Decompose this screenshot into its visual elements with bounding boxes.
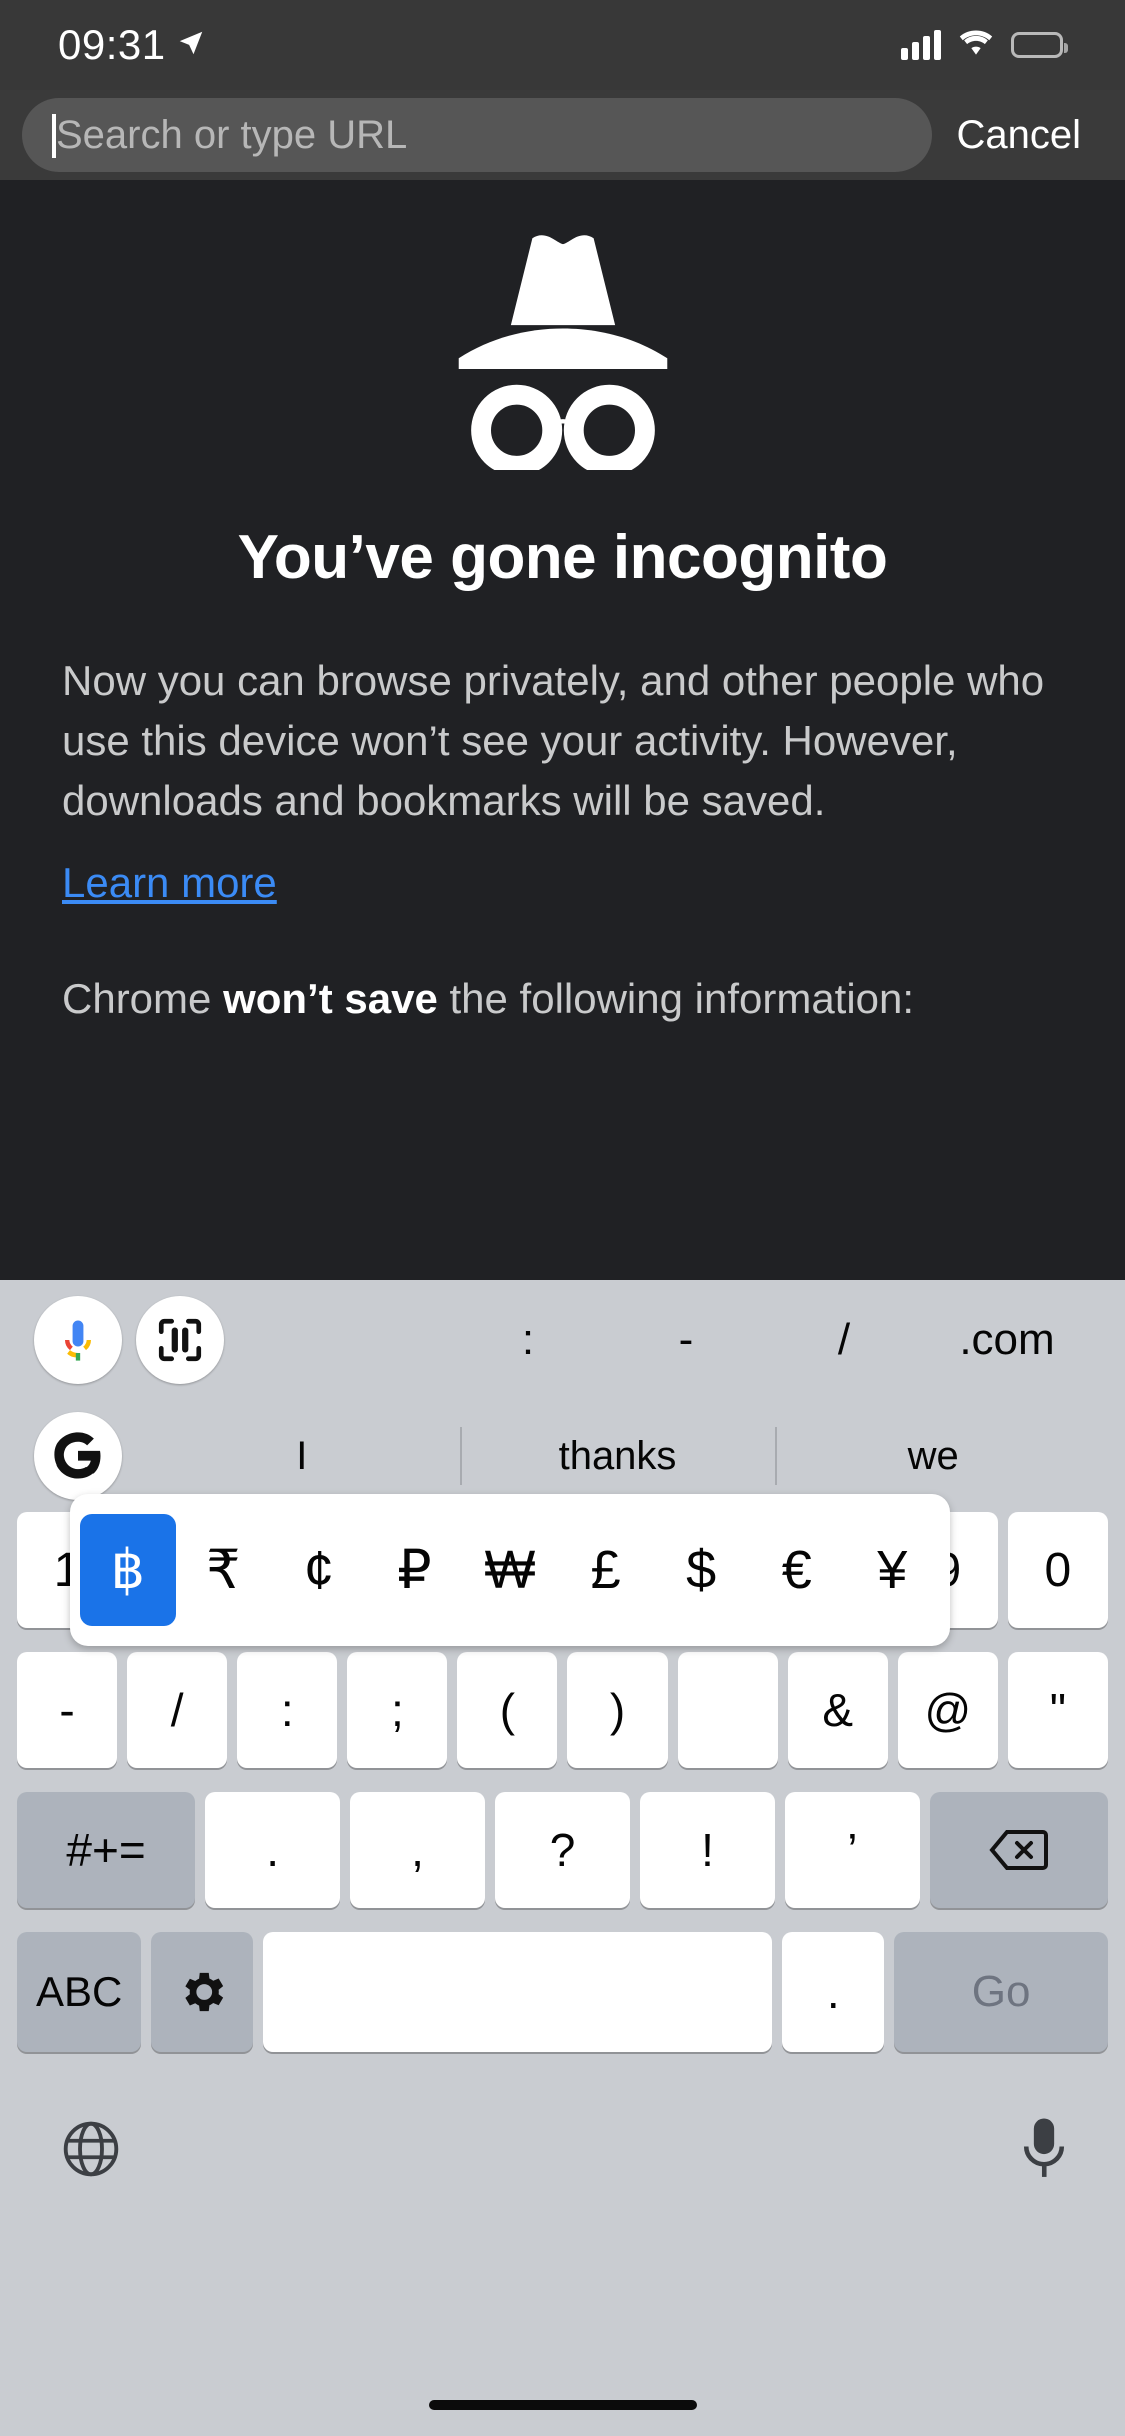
keyboard-key-rows: 1 2 3 4 5 6 7 8 9 0 ฿ ₹ ¢ ₽ ₩ £ $ € (0, 1494, 1125, 2052)
currency-option-euro[interactable]: € (749, 1514, 845, 1626)
dictation-mic-button[interactable] (1021, 2116, 1067, 2187)
key-0[interactable]: 0 (1007, 1512, 1108, 1628)
google-lens-scan-icon (158, 1318, 202, 1362)
wont-save-heading: Chrome won’t save the following informat… (62, 975, 1063, 1023)
wont-save-prefix: Chrome (62, 975, 224, 1023)
dictation-mic-icon (1023, 2118, 1065, 2177)
currency-option-yen[interactable]: ¥ (845, 1514, 941, 1626)
keyboard-number-row: 1 2 3 4 5 6 7 8 9 0 ฿ ₹ ¢ ₽ ₩ £ $ € (8, 1494, 1117, 1646)
suggestion-list: I thanks we (144, 1419, 1091, 1493)
key-paren-open[interactable]: ( (457, 1652, 558, 1768)
status-bar-right (901, 29, 1068, 62)
url-input-placeholder: Search or type URL (56, 113, 408, 157)
key-alt-symbols[interactable]: #+= (17, 1792, 196, 1908)
wont-save-suffix: the following information: (437, 975, 915, 1023)
incognito-new-tab-page: You’ve gone incognito Now you can browse… (0, 180, 1125, 1280)
cellular-signal-icon (901, 30, 941, 60)
currency-option-rupee[interactable]: ₹ (176, 1514, 272, 1626)
page-title: You’ve gone incognito (237, 523, 888, 592)
currency-option-baht[interactable]: ฿ (80, 1514, 176, 1626)
key-period[interactable]: . (205, 1792, 341, 1908)
currency-option-dollar[interactable]: $ (653, 1514, 749, 1626)
google-assistant-mic-icon (65, 1320, 91, 1361)
keyboard-settings-gear-icon (185, 1972, 224, 2012)
omnibox-bar: Search or type URL Cancel (0, 90, 1125, 180)
shortcut-key-slash[interactable]: / (765, 1315, 923, 1365)
keyboard-bottom-row: ABC . Go (8, 1932, 1117, 2052)
google-g-button[interactable] (34, 1412, 122, 1500)
status-time: 09:31 (58, 21, 166, 68)
currency-option-ruble[interactable]: ₽ (367, 1514, 463, 1626)
backspace-delete-icon (989, 1830, 1048, 1870)
status-bar: 09:31 (0, 0, 1125, 90)
key-paren-close[interactable]: ) (567, 1652, 668, 1768)
key-hyphen[interactable]: - (17, 1652, 118, 1768)
google-assistant-mic-button[interactable] (34, 1296, 122, 1384)
key-blank[interactable] (677, 1652, 778, 1768)
google-g-icon (54, 1432, 101, 1479)
shortcut-key-colon[interactable]: : (449, 1315, 607, 1365)
key-backspace[interactable] (929, 1792, 1109, 1908)
globe-language-icon (63, 2121, 119, 2176)
text-caret (52, 114, 56, 158)
keyboard-punctuation-row: #+= . , ? ! ’ (8, 1792, 1117, 1908)
status-bar-left: 09:31 (58, 21, 206, 69)
keyboard-toolbar: : - / .com (0, 1280, 1125, 1400)
key-at[interactable]: @ (897, 1652, 998, 1768)
key-semicolon[interactable]: ; (347, 1652, 448, 1768)
home-indicator (428, 2400, 697, 2410)
key-ampersand[interactable]: & (787, 1652, 888, 1768)
globe-language-button[interactable] (58, 2116, 124, 2187)
suggestion-item-2[interactable]: thanks (459, 1419, 776, 1493)
currency-option-cent[interactable]: ¢ (271, 1514, 367, 1626)
key-colon[interactable]: : (237, 1652, 338, 1768)
suggestion-item-1[interactable]: I (144, 1419, 460, 1493)
key-abc-switch[interactable]: ABC (17, 1932, 142, 2052)
key-quote[interactable]: " (1007, 1652, 1108, 1768)
key-exclamation[interactable]: ! (639, 1792, 775, 1908)
currency-symbol-popup: ฿ ₹ ¢ ₽ ₩ £ $ € ¥ (70, 1494, 950, 1646)
keyboard-shortcut-row: : - / .com (224, 1315, 1091, 1365)
shortcut-key-hyphen[interactable]: - (607, 1315, 765, 1365)
key-period-bottom[interactable]: . (782, 1932, 885, 2052)
keyboard-symbol-row: - / : ; ( ) & @ " (8, 1652, 1117, 1768)
incognito-description: Now you can browse privately, and other … (62, 657, 1045, 825)
key-slash[interactable]: / (127, 1652, 228, 1768)
suggestion-item-3[interactable]: we (775, 1419, 1091, 1493)
key-question[interactable]: ? (495, 1792, 630, 1908)
on-screen-keyboard: : - / .com I thanks we 1 0 ฿ ₹ ¢ ₽ ₩ £ $… (0, 1280, 1125, 2436)
phone-screen: 09:31 Search or type URL Cancel You’ve g… (0, 0, 1125, 2436)
key-go[interactable]: Go (894, 1932, 1108, 2052)
google-lens-button[interactable] (136, 1296, 224, 1384)
shortcut-key-dotcom[interactable]: .com (923, 1315, 1091, 1365)
url-input-field[interactable]: Search or type URL (22, 98, 933, 172)
key-apostrophe[interactable]: ’ (784, 1792, 920, 1908)
battery-icon (1011, 32, 1068, 58)
cancel-button[interactable]: Cancel (942, 113, 1103, 158)
wont-save-bold: won’t save (223, 975, 438, 1023)
keyboard-footer (0, 2076, 1125, 2226)
location-arrow-icon (176, 28, 206, 63)
incognito-spy-icon (458, 235, 667, 470)
key-space[interactable] (263, 1932, 773, 2052)
currency-option-pound[interactable]: £ (558, 1514, 654, 1626)
key-keyboard-settings[interactable] (151, 1932, 254, 2052)
currency-option-won[interactable]: ₩ (462, 1514, 558, 1626)
learn-more-link[interactable]: Learn more (62, 853, 277, 913)
wifi-icon (957, 29, 995, 62)
key-comma[interactable]: , (350, 1792, 486, 1908)
